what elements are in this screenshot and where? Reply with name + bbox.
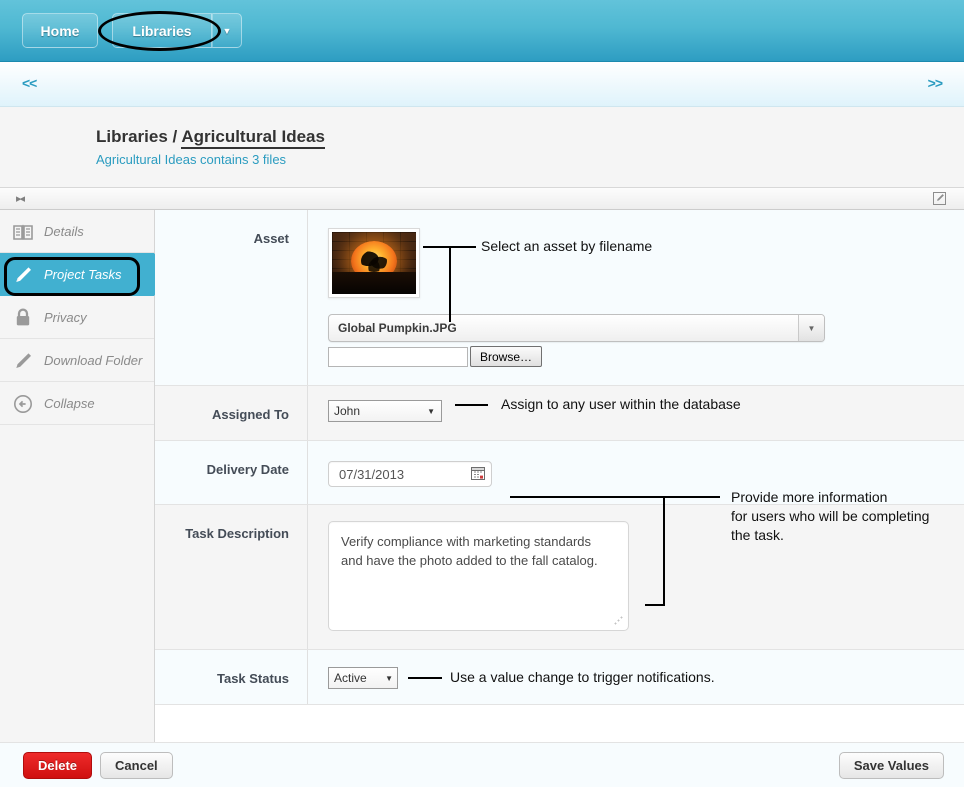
delete-button[interactable]: Delete	[23, 751, 93, 779]
chevron-down-icon: ▼	[427, 406, 435, 416]
chevron-down-icon: ▼	[798, 315, 824, 341]
sidebar-item-label: Privacy	[44, 309, 87, 325]
breadcrumb-separator: /	[172, 127, 178, 146]
form-row-asset: Asset Global Pumpkin.JPG ▼ Browse… Selec…	[155, 210, 964, 386]
form-row-task-status: Task Status Active ▼ Use a value change …	[155, 650, 964, 705]
nav-libraries-group: Libraries ▼	[112, 13, 242, 48]
delivery-date-value: 07/31/2013	[339, 466, 405, 482]
asset-annotation: Select an asset by filename	[481, 238, 653, 254]
breadcrumb-zone: Libraries / Agricultural Ideas Agricultu…	[0, 107, 964, 188]
assigned-to-select[interactable]: John ▼	[328, 400, 442, 422]
pencil-icon	[12, 350, 33, 371]
back-arrow-circle-icon	[12, 393, 33, 414]
sidebar: Details Project Tasks Privacy Download F…	[0, 210, 171, 787]
sidebar-item-collapse[interactable]: Collapse	[0, 382, 154, 425]
nav-libraries-button[interactable]: Libraries	[112, 13, 212, 48]
nav-libraries-dropdown-toggle[interactable]: ▼	[212, 13, 242, 48]
lock-icon	[12, 307, 33, 328]
cancel-button[interactable]: Cancel	[100, 751, 173, 779]
asset-leader-vertical	[449, 246, 451, 322]
shared-annotation-leader-bottom	[645, 604, 665, 606]
shared-annotation-leader-vertical	[663, 496, 665, 606]
asset-thumbnail[interactable]	[328, 228, 420, 298]
assigned-to-label: Assigned To	[155, 386, 308, 440]
asset-label: Asset	[155, 210, 308, 385]
save-values-button[interactable]: Save Values	[838, 751, 944, 779]
sidebar-item-download-folder[interactable]: Download Folder	[0, 339, 154, 382]
book-icon	[12, 221, 33, 242]
sidebar-item-label: Details	[44, 223, 84, 239]
delivery-date-label: Delivery Date	[155, 441, 308, 504]
breadcrumb-root[interactable]: Libraries	[96, 127, 168, 146]
pager-previous-button[interactable]: <<	[22, 75, 37, 91]
nav-home-button[interactable]: Home	[22, 13, 98, 48]
assigned-to-leader	[455, 404, 488, 406]
task-status-leader	[408, 677, 442, 679]
task-status-select[interactable]: Active ▼	[328, 667, 398, 689]
chevron-down-icon: ▼	[222, 25, 232, 36]
asset-select[interactable]: Global Pumpkin.JPG ▼	[328, 314, 825, 342]
sidebar-item-label: Project Tasks	[44, 266, 122, 282]
task-status-value: Active	[334, 671, 367, 685]
pager-strip: << >>	[0, 62, 964, 107]
form-row-assigned-to: Assigned To John ▼ Assign to any user wi…	[155, 386, 964, 441]
task-status-annotation: Use a value change to trigger notificati…	[450, 669, 715, 685]
task-description-textarea[interactable]: Verify compliance with marketing standar…	[328, 521, 629, 631]
chevron-down-icon: ▼	[385, 673, 393, 683]
sidebar-item-details[interactable]: Details	[0, 210, 154, 253]
file-path-input[interactable]	[328, 346, 468, 367]
breadcrumb-current: Agricultural Ideas	[181, 127, 325, 149]
library-file-count-link[interactable]: Agricultural Ideas contains 3 files	[96, 152, 964, 167]
task-description-label: Task Description	[155, 505, 308, 649]
sidebar-item-project-tasks[interactable]: Project Tasks	[0, 253, 171, 296]
task-status-label: Task Status	[155, 650, 308, 704]
assigned-to-field: John ▼ Assign to any user within the dat…	[308, 386, 964, 440]
form-footer: Delete Cancel Save Values	[0, 742, 964, 787]
assigned-to-value: John	[334, 404, 361, 418]
task-status-field: Active ▼ Use a value change to trigger n…	[308, 650, 964, 704]
task-description-value: Verify compliance with marketing standar…	[341, 534, 598, 568]
calendar-icon[interactable]	[471, 466, 485, 483]
pager-next-button[interactable]: >>	[928, 75, 943, 91]
panel-toolbar-strip: ▸◂	[0, 188, 964, 210]
sidebar-item-label: Download Folder	[44, 352, 143, 368]
top-navigation-bar: Home Libraries ▼	[0, 0, 964, 62]
edit-square-icon[interactable]	[933, 192, 946, 210]
shared-annotation-leader-top	[510, 496, 720, 498]
sidebar-item-label: Collapse	[44, 395, 95, 411]
shared-annotation: Provide more information for users who w…	[731, 489, 930, 543]
file-upload-row: Browse…	[328, 346, 964, 367]
asset-select-value: Global Pumpkin.JPG	[338, 321, 457, 335]
sidebar-item-privacy[interactable]: Privacy	[0, 296, 154, 339]
nav-home-label: Home	[40, 22, 80, 39]
assigned-to-annotation: Assign to any user within the database	[501, 396, 741, 412]
asset-field: Global Pumpkin.JPG ▼ Browse… Select an a…	[308, 210, 964, 385]
pencil-icon	[12, 264, 33, 285]
collapse-panel-icon[interactable]: ▸◂	[16, 192, 25, 205]
breadcrumb: Libraries / Agricultural Ideas	[96, 127, 325, 149]
nav-libraries-label: Libraries	[132, 22, 192, 39]
browse-button[interactable]: Browse…	[470, 346, 543, 367]
textarea-resize-grip[interactable]	[614, 616, 623, 625]
delivery-date-input[interactable]: 07/31/2013	[328, 461, 492, 487]
